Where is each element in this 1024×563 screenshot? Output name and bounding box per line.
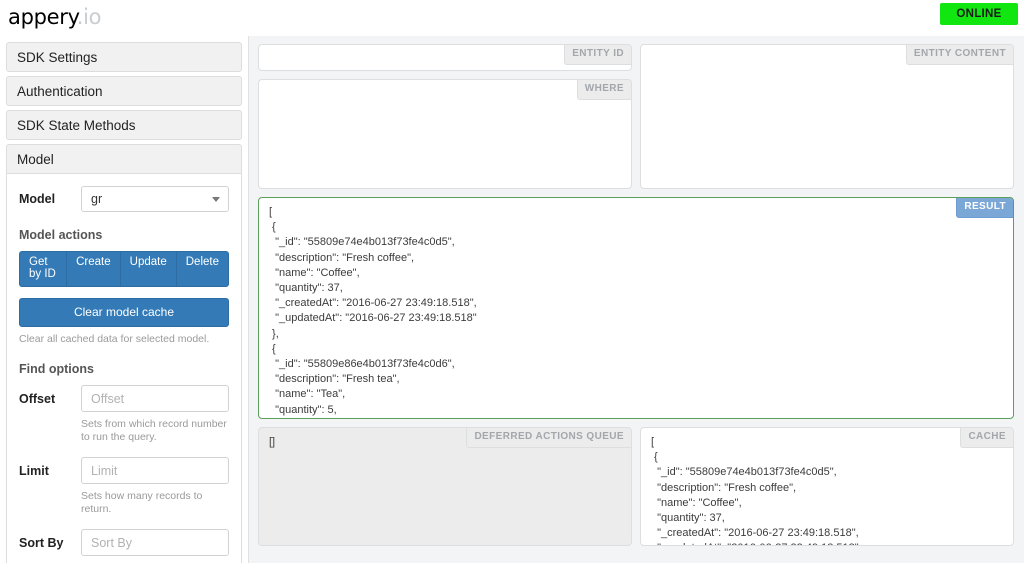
top-bar: appery.io ONLINE (0, 0, 1024, 36)
offset-input[interactable] (81, 385, 229, 412)
update-button[interactable]: Update (119, 251, 176, 287)
main-area: ENTITY ID WHERE ENTITY CONTENT RESULT [ … (250, 36, 1024, 563)
model-panel-body: Model gr Model actions Get by ID Create … (6, 174, 242, 563)
sort-by-label: Sort By (19, 535, 64, 550)
bottom-panels-row: DEFERRED ACTIONS QUEUE [] CACHE [ { "_id… (258, 427, 1018, 546)
model-actions-title: Model actions (19, 228, 103, 242)
create-button[interactable]: Create (66, 251, 120, 287)
logo-tld-text: .io (76, 5, 102, 29)
delete-button[interactable]: Delete (175, 251, 229, 287)
result-panel[interactable]: RESULT [ { "_id": "55809e74e4b013f73fe4c… (258, 197, 1014, 419)
get-by-id-button[interactable]: Get by ID (19, 251, 67, 287)
cache-content: [ { "_id": "55809e74e4b013f73fe4c0d5", "… (651, 436, 859, 545)
deferred-actions-queue-tag: DEFERRED ACTIONS QUEUE (466, 428, 631, 448)
limit-row: Limit (19, 457, 229, 484)
clear-model-cache-button[interactable]: Clear model cache (19, 298, 229, 327)
offset-row: Offset (19, 385, 229, 412)
entity-id-panel[interactable]: ENTITY ID (258, 44, 632, 71)
cache-tag: CACHE (960, 428, 1013, 448)
where-tag: WHERE (576, 80, 631, 100)
entity-content-value[interactable] (641, 45, 1013, 188)
find-options-title: Find options (19, 362, 94, 376)
sort-by-input[interactable] (81, 529, 229, 556)
model-label: Model (19, 192, 56, 206)
result-tag: RESULT (956, 198, 1013, 218)
limit-input[interactable] (81, 457, 229, 484)
entity-content-panel[interactable]: ENTITY CONTENT (640, 44, 1014, 189)
offset-help: Sets from which record number to run the… (81, 418, 227, 443)
entity-content-tag: ENTITY CONTENT (905, 45, 1013, 65)
limit-label: Limit (19, 463, 49, 478)
sidebar-item-sdk-settings[interactable]: SDK Settings (6, 42, 242, 72)
online-status-badge: ONLINE (940, 3, 1018, 25)
model-select[interactable]: gr (81, 186, 229, 212)
cache-panel[interactable]: CACHE [ { "_id": "55809e74e4b013f73fe4c0… (640, 427, 1014, 546)
clear-model-cache-help: Clear all cached data for selected model… (19, 333, 210, 345)
model-select-value: gr (91, 192, 103, 206)
entity-id-tag: ENTITY ID (564, 45, 631, 65)
sidebar-item-sdk-state-methods[interactable]: SDK State Methods (6, 110, 242, 140)
top-panels-row: ENTITY ID WHERE ENTITY CONTENT (258, 44, 1018, 189)
limit-help: Sets how many records to return. (81, 490, 203, 515)
sort-by-row: Sort By (19, 529, 229, 556)
result-content: [ { "_id": "55809e74e4b013f73fe4c0d5", "… (269, 206, 477, 416)
sidebar: SDK Settings Authentication SDK State Me… (0, 36, 249, 563)
left-top-column: ENTITY ID WHERE (258, 44, 632, 189)
appery-logo[interactable]: appery.io (8, 4, 101, 30)
sidebar-item-authentication[interactable]: Authentication (6, 76, 242, 106)
offset-label: Offset (19, 391, 56, 406)
where-panel[interactable]: WHERE (258, 79, 632, 189)
model-select-row: Model gr (19, 186, 229, 212)
chevron-down-icon (212, 197, 220, 202)
deferred-actions-queue-panel[interactable]: DEFERRED ACTIONS QUEUE [] (258, 427, 632, 546)
logo-brand-text: appery (8, 5, 77, 29)
where-value[interactable] (259, 80, 631, 188)
sidebar-accordion: SDK Settings Authentication SDK State Me… (0, 36, 248, 563)
model-actions-button-group: Get by ID Create Update Delete (19, 251, 229, 287)
app-root: appery.io ONLINE SDK Settings Authentica… (0, 0, 1024, 563)
sidebar-item-model[interactable]: Model (6, 144, 242, 174)
